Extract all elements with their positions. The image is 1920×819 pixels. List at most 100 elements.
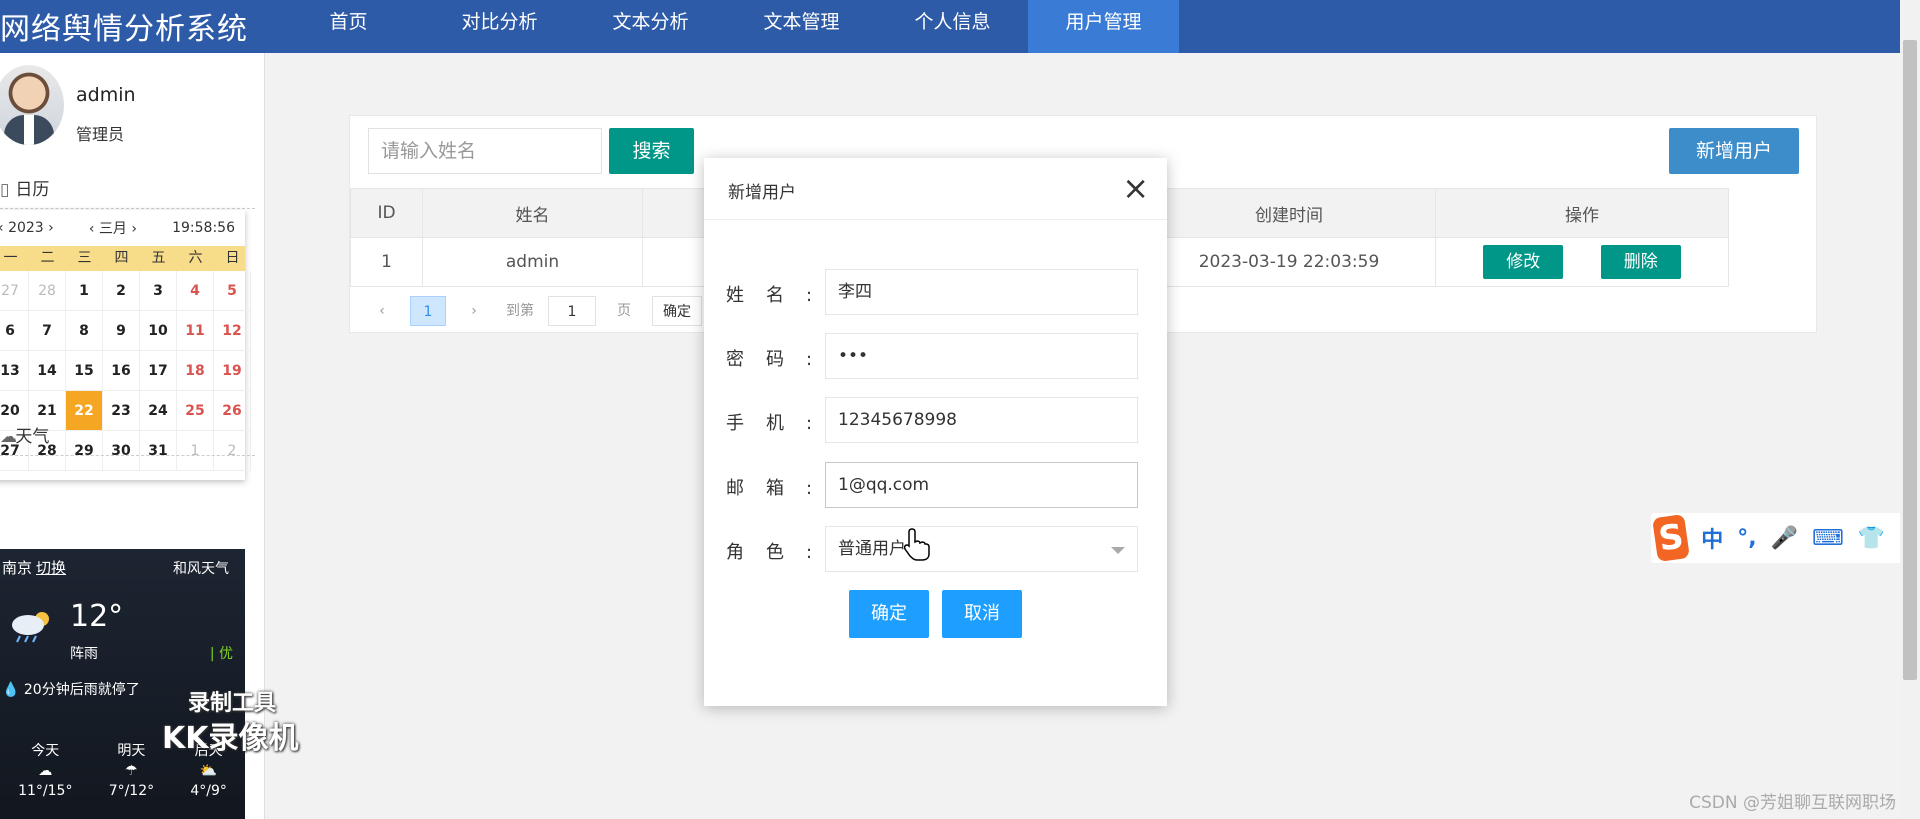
weather-switch-link[interactable]: 切换 (36, 559, 66, 577)
microphone-icon[interactable]: 🎤 (1771, 526, 1798, 551)
calendar-day[interactable]: 1 (66, 271, 103, 311)
weather-city: 南京 切换 (2, 557, 66, 578)
email-field[interactable]: 1@qq.com (825, 462, 1138, 508)
nav-personal-info[interactable]: 个人信息 (877, 0, 1028, 53)
calendar-day[interactable]: 28 (29, 271, 66, 311)
calendar-day[interactable]: 6 (0, 311, 29, 351)
next-month-icon[interactable]: › (131, 221, 137, 237)
dialog-header: 新增用户 × (704, 158, 1167, 220)
weather-temperature: 12° (70, 599, 124, 634)
page-scrollbar[interactable] (1900, 0, 1920, 819)
top-header: 网络舆情分析系统 首页 对比分析 文本分析 文本管理 个人信息 用户管理 (0, 0, 1900, 53)
close-icon[interactable]: × (1122, 170, 1149, 206)
calendar-day[interactable]: 27 (0, 271, 29, 311)
calendar-month-select[interactable]: ‹ 三月 › (89, 218, 137, 238)
calendar-day[interactable]: 3 (140, 271, 177, 311)
next-year-icon[interactable]: › (48, 220, 54, 236)
nav-home[interactable]: 首页 (273, 0, 424, 53)
avatar (0, 65, 64, 145)
scrollbar-thumb[interactable] (1903, 40, 1917, 680)
name-field[interactable]: 李四 (825, 269, 1138, 315)
phone-row: 手机: 12345678998 (726, 397, 1146, 443)
prev-year-icon[interactable]: ‹ (0, 220, 4, 236)
role-select[interactable]: 普通用户 (825, 526, 1138, 572)
calendar-day[interactable]: 17 (140, 351, 177, 391)
calendar-title-label: 日历 (15, 180, 50, 200)
password-label-text: 密码 (726, 349, 806, 370)
weather-description: 阵雨 (70, 646, 98, 662)
prev-month-icon[interactable]: ‹ (89, 221, 95, 237)
role-label: 角色: (726, 538, 812, 564)
role-row: 角色: 普通用户 (726, 526, 1146, 572)
user-name: admin (76, 84, 136, 106)
goto-confirm-button[interactable]: 确定 (652, 296, 702, 326)
edit-button[interactable]: 修改 (1483, 245, 1564, 279)
col-actions: 操作 (1435, 188, 1729, 238)
password-field[interactable]: ••• (825, 333, 1138, 379)
phone-field[interactable]: 12345678998 (825, 397, 1138, 443)
forecast-day: 明天 ☂ 7°/12° (109, 741, 154, 801)
cell-actions: 修改 删除 (1435, 237, 1729, 287)
calendar-day[interactable]: 7 (29, 311, 66, 351)
delete-button[interactable]: 删除 (1600, 245, 1681, 279)
calendar-day[interactable]: 8 (66, 311, 103, 351)
search-button[interactable]: 搜索 (609, 128, 694, 174)
chevron-down-icon (1111, 547, 1125, 554)
next-page-icon[interactable]: › (456, 296, 492, 326)
keyboard-icon[interactable]: ⌨ (1812, 526, 1844, 551)
calendar-day[interactable]: 15 (66, 351, 103, 391)
weekday-label: 五 (151, 250, 166, 266)
pagination: ‹ 1 › 到第 1 页 确定 共 1 (364, 295, 758, 327)
weekday-label: 二 (40, 250, 55, 266)
ime-chinese-mode[interactable]: 中 (1701, 522, 1723, 554)
calendar-day[interactable]: 4 (177, 271, 214, 311)
calendar-day[interactable]: 2 (103, 271, 140, 311)
ime-punctuation-icon[interactable]: °, (1737, 526, 1756, 551)
weather-title-label: 天气 (15, 427, 50, 447)
csdn-watermark: CSDN @芳姐聊互联网职场 (1689, 793, 1896, 813)
weather-tip-text: 20分钟后雨就停了 (23, 682, 140, 698)
email-label: 邮箱: (726, 474, 812, 500)
label-colon: : (806, 349, 813, 370)
confirm-button[interactable]: 确定 (849, 590, 929, 638)
calendar-day[interactable]: 19 (214, 351, 251, 391)
calendar-year-select[interactable]: ‹ 2023 › (0, 220, 54, 236)
label-colon: : (806, 413, 813, 434)
weather-brand[interactable]: 和风天气 (173, 558, 229, 578)
search-input[interactable]: 请输入姓名 (368, 128, 602, 174)
forecast-day-name: 明天 (117, 743, 146, 759)
calendar-day[interactable]: 16 (103, 351, 140, 391)
role-label-text: 角色 (726, 542, 806, 563)
email-label-text: 邮箱 (726, 478, 806, 499)
nav-text-analysis[interactable]: 文本分析 (575, 0, 726, 53)
weekday-label: 日 (225, 250, 240, 266)
cancel-button[interactable]: 取消 (942, 590, 1022, 638)
main-nav: 首页 对比分析 文本分析 文本管理 个人信息 用户管理 (273, 0, 1179, 53)
password-label: 密码: (726, 345, 812, 371)
ime-toolbar: S 中 °, 🎤 ⌨ 👕 ▦ (1651, 513, 1920, 563)
calendar-day[interactable]: 10 (140, 311, 177, 351)
calendar-day[interactable]: 5 (214, 271, 251, 311)
name-row: 姓名: 李四 (726, 269, 1146, 315)
calendar-day[interactable]: 12 (214, 311, 251, 351)
cloud-icon: ☁ (38, 763, 53, 779)
goto-page-input[interactable]: 1 (548, 296, 596, 326)
nav-text-management[interactable]: 文本管理 (726, 0, 877, 53)
email-row: 邮箱: 1@qq.com (726, 462, 1146, 508)
skin-icon[interactable]: 👕 (1858, 526, 1885, 551)
prev-page-icon[interactable]: ‹ (364, 296, 400, 326)
page-1-button[interactable]: 1 (410, 296, 446, 326)
weekday-label: 三 (77, 250, 92, 266)
nav-user-management[interactable]: 用户管理 (1028, 0, 1179, 53)
password-row: 密码: ••• (726, 333, 1146, 379)
add-user-button[interactable]: 新增用户 (1669, 128, 1799, 174)
sogou-logo-icon[interactable]: S (1652, 513, 1691, 563)
calendar-day[interactable]: 18 (177, 351, 214, 391)
calendar-day[interactable]: 14 (29, 351, 66, 391)
calendar-header: ‹ 2023 › ‹ 三月 › 19:58:56 (0, 210, 245, 246)
rain-cloud-icon (12, 612, 49, 643)
calendar-day[interactable]: 11 (177, 311, 214, 351)
calendar-day[interactable]: 9 (103, 311, 140, 351)
nav-compare-analysis[interactable]: 对比分析 (424, 0, 575, 53)
calendar-day[interactable]: 13 (0, 351, 29, 391)
